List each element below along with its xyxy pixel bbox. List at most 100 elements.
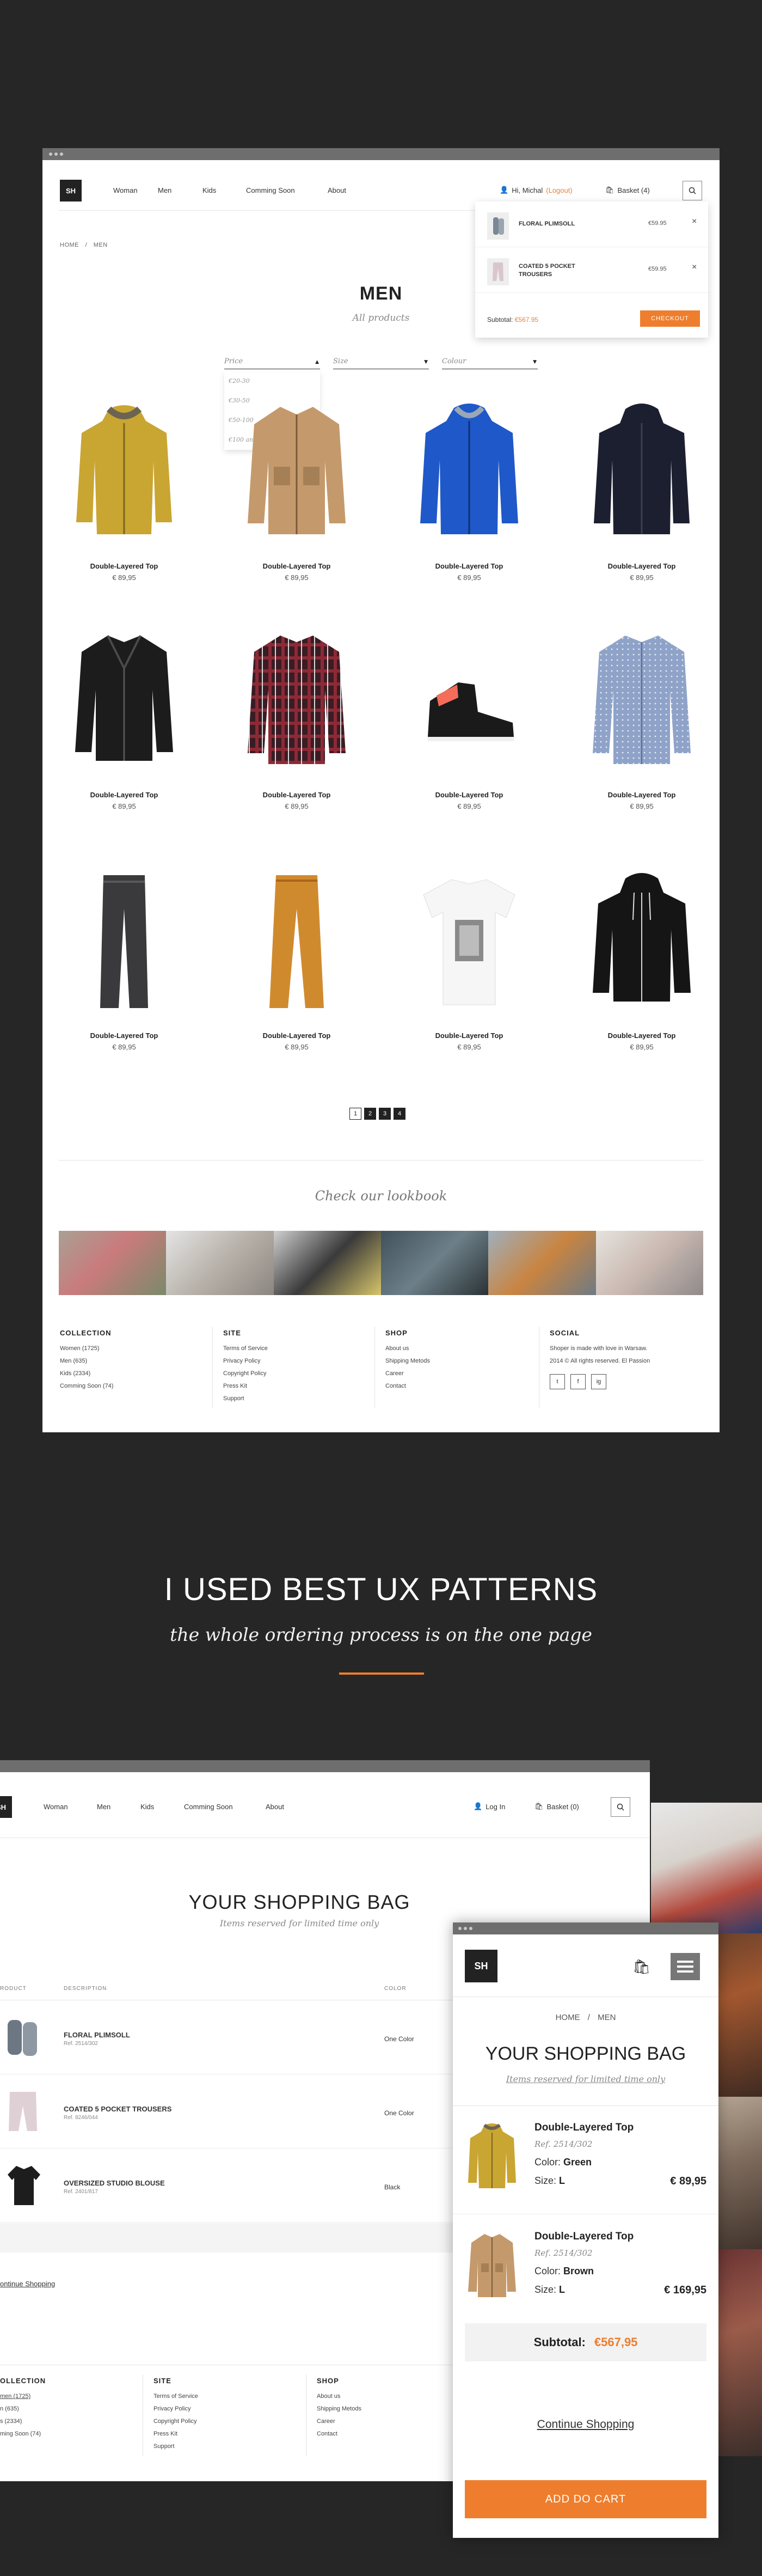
footer-link[interactable]: Contact	[317, 2428, 361, 2440]
black-sneaker-image[interactable]	[404, 627, 534, 774]
basket-link[interactable]: 🛍 Basket (4)	[605, 186, 650, 194]
product-card[interactable]: Double-Layered Top € 89,95	[231, 627, 362, 810]
product-name[interactable]: Double-Layered Top	[231, 791, 362, 799]
footer-link[interactable]: Terms of Service	[223, 1342, 268, 1355]
white-print-tee-image[interactable]	[404, 868, 534, 1015]
account-link[interactable]: 👤 Hi, Michal (Logout)	[500, 186, 573, 194]
search-button[interactable]	[611, 1797, 630, 1817]
window-dot-icon[interactable]	[49, 152, 52, 156]
price-filter[interactable]: Price ▲	[224, 357, 320, 369]
lookbook-photo[interactable]	[166, 1231, 274, 1295]
close-icon[interactable]: ×	[692, 217, 697, 227]
page-2[interactable]: 2	[364, 1108, 376, 1120]
navy-hooded-jacket-image[interactable]	[576, 399, 707, 546]
product-name[interactable]: Double-Layered Top	[576, 791, 707, 799]
product-name[interactable]: Double-Layered Top	[231, 562, 362, 570]
footer-link[interactable]: Men (635)	[60, 1355, 113, 1368]
product-name[interactable]: Double-Layered Top	[404, 1031, 534, 1040]
footer-link[interactable]: s (2334)	[0, 2415, 46, 2428]
product-name[interactable]: Double-Layered Top	[231, 1031, 362, 1040]
lookbook-photo[interactable]	[59, 1231, 167, 1295]
window-dot-icon[interactable]	[60, 152, 63, 156]
footer-link[interactable]: Support	[153, 2440, 198, 2453]
footer-link[interactable]: ming Soon (74)	[0, 2428, 46, 2440]
trousers-thumbnail[interactable]	[487, 258, 509, 285]
grey-jeans-image[interactable]	[59, 868, 189, 1015]
footer-link[interactable]: Copyright Policy	[223, 1368, 268, 1380]
mustard-parka-thumbnail[interactable]	[465, 2122, 519, 2195]
blue-windbreaker-image[interactable]	[404, 399, 534, 546]
logout-link[interactable]: (Logout)	[546, 186, 572, 194]
product-card[interactable]: Double-Layered Top € 89,95	[576, 627, 707, 810]
page-4[interactable]: 4	[394, 1108, 405, 1120]
product-name[interactable]: Double-Layered Top	[59, 791, 189, 799]
product-card[interactable]: Double-Layered Top € 89,95	[576, 868, 707, 1051]
footer-link[interactable]: Press Kit	[223, 1380, 268, 1393]
footer-link[interactable]: Privacy Policy	[153, 2403, 198, 2415]
footer-link[interactable]: Shipping Metods	[385, 1355, 430, 1368]
dotted-blue-shirt-image[interactable]	[576, 627, 707, 774]
footer-link[interactable]: Shipping Metods	[317, 2403, 361, 2415]
nav-item-about[interactable]: About	[328, 186, 360, 194]
product-card[interactable]: Double-Layered Top € 89,95	[404, 627, 534, 810]
product-card[interactable]: Double-Layered Top € 89,95	[59, 627, 189, 810]
twitter-icon[interactable]: t	[550, 1374, 565, 1389]
logo[interactable]: SH	[465, 1950, 497, 1982]
black-leather-jacket-image[interactable]	[59, 627, 189, 774]
nav-item-woman[interactable]: Woman	[44, 1803, 97, 1811]
logo[interactable]: SH	[0, 1796, 12, 1818]
lookbook-photo[interactable]	[273, 1231, 381, 1295]
breadcrumb-home[interactable]: HOME	[556, 2013, 580, 2022]
tan-jacket-thumbnail[interactable]	[465, 2231, 519, 2304]
checkout-button[interactable]: CHECKOUT	[640, 310, 700, 327]
product-card[interactable]: Double-Layered Top € 89,95	[231, 868, 362, 1051]
product-card[interactable]: Double-Layered Top € 89,95	[404, 399, 534, 582]
plaid-shirt-image[interactable]	[231, 627, 362, 774]
add-to-cart-button[interactable]: ADD DO CART	[465, 2480, 706, 2518]
close-icon[interactable]: ×	[692, 263, 697, 272]
product-card[interactable]: Double-Layered Top € 89,95	[576, 399, 707, 582]
product-name[interactable]: Double-Layered Top	[59, 562, 189, 570]
price-option[interactable]: €20-30	[224, 371, 320, 391]
search-button[interactable]	[683, 181, 702, 200]
trousers-thumbnail[interactable]	[0, 2084, 49, 2139]
logo[interactable]: SH	[60, 180, 82, 202]
nav-item-men[interactable]: Men	[158, 186, 202, 194]
continue-shopping-link[interactable]: Continue Shopping	[453, 2418, 718, 2431]
instagram-icon[interactable]: ig	[591, 1374, 606, 1389]
footer-link[interactable]: Contact	[385, 1380, 430, 1393]
footer-link[interactable]: Women (1725)	[60, 1342, 113, 1355]
nav-item-woman[interactable]: Woman	[113, 186, 158, 194]
window-dot-icon[interactable]	[54, 152, 58, 156]
facebook-icon[interactable]: f	[570, 1374, 586, 1389]
product-name[interactable]: Double-Layered Top	[576, 1031, 707, 1040]
footer-link[interactable]: Comming Soon (74)	[60, 1380, 113, 1393]
login-link[interactable]: 👤 Log In	[474, 1802, 505, 1811]
footer-link[interactable]: Privacy Policy	[223, 1355, 268, 1368]
nav-item-about[interactable]: About	[266, 1803, 298, 1811]
breadcrumb-home[interactable]: HOME	[60, 242, 79, 248]
nav-item-men[interactable]: Men	[97, 1803, 140, 1811]
footer-link[interactable]: Copyright Policy	[153, 2415, 198, 2428]
product-card[interactable]: Double-Layered Top € 89,95	[59, 399, 189, 582]
continue-shopping-link[interactable]: ontinue Shopping	[0, 2280, 55, 2288]
page-3[interactable]: 3	[379, 1108, 391, 1120]
footer-link[interactable]: Support	[223, 1393, 268, 1405]
product-name[interactable]: Double-Layered Top	[404, 791, 534, 799]
lookbook-photo[interactable]	[488, 1231, 596, 1295]
nav-item-kids[interactable]: Kids	[202, 186, 246, 194]
footer-link[interactable]: men (1725)	[0, 2390, 46, 2403]
product-name[interactable]: Double-Layered Top	[59, 1031, 189, 1040]
footer-link[interactable]: Career	[317, 2415, 361, 2428]
footer-link[interactable]: About us	[317, 2390, 361, 2403]
product-name[interactable]: Double-Layered Top	[404, 562, 534, 570]
lookbook-photo[interactable]	[380, 1231, 489, 1295]
nav-item-coming-soon[interactable]: Comming Soon	[184, 1803, 266, 1811]
shoe-thumbnail[interactable]	[0, 2010, 49, 2065]
tan-field-jacket-image[interactable]	[231, 399, 362, 546]
product-card[interactable]: Double-Layered Top € 89,95	[231, 399, 362, 582]
basket-link[interactable]: 🛍 Basket (0)	[534, 1802, 579, 1811]
footer-link[interactable]: Kids (2334)	[60, 1368, 113, 1380]
footer-link[interactable]: Career	[385, 1368, 430, 1380]
orange-chinos-image[interactable]	[231, 868, 362, 1015]
